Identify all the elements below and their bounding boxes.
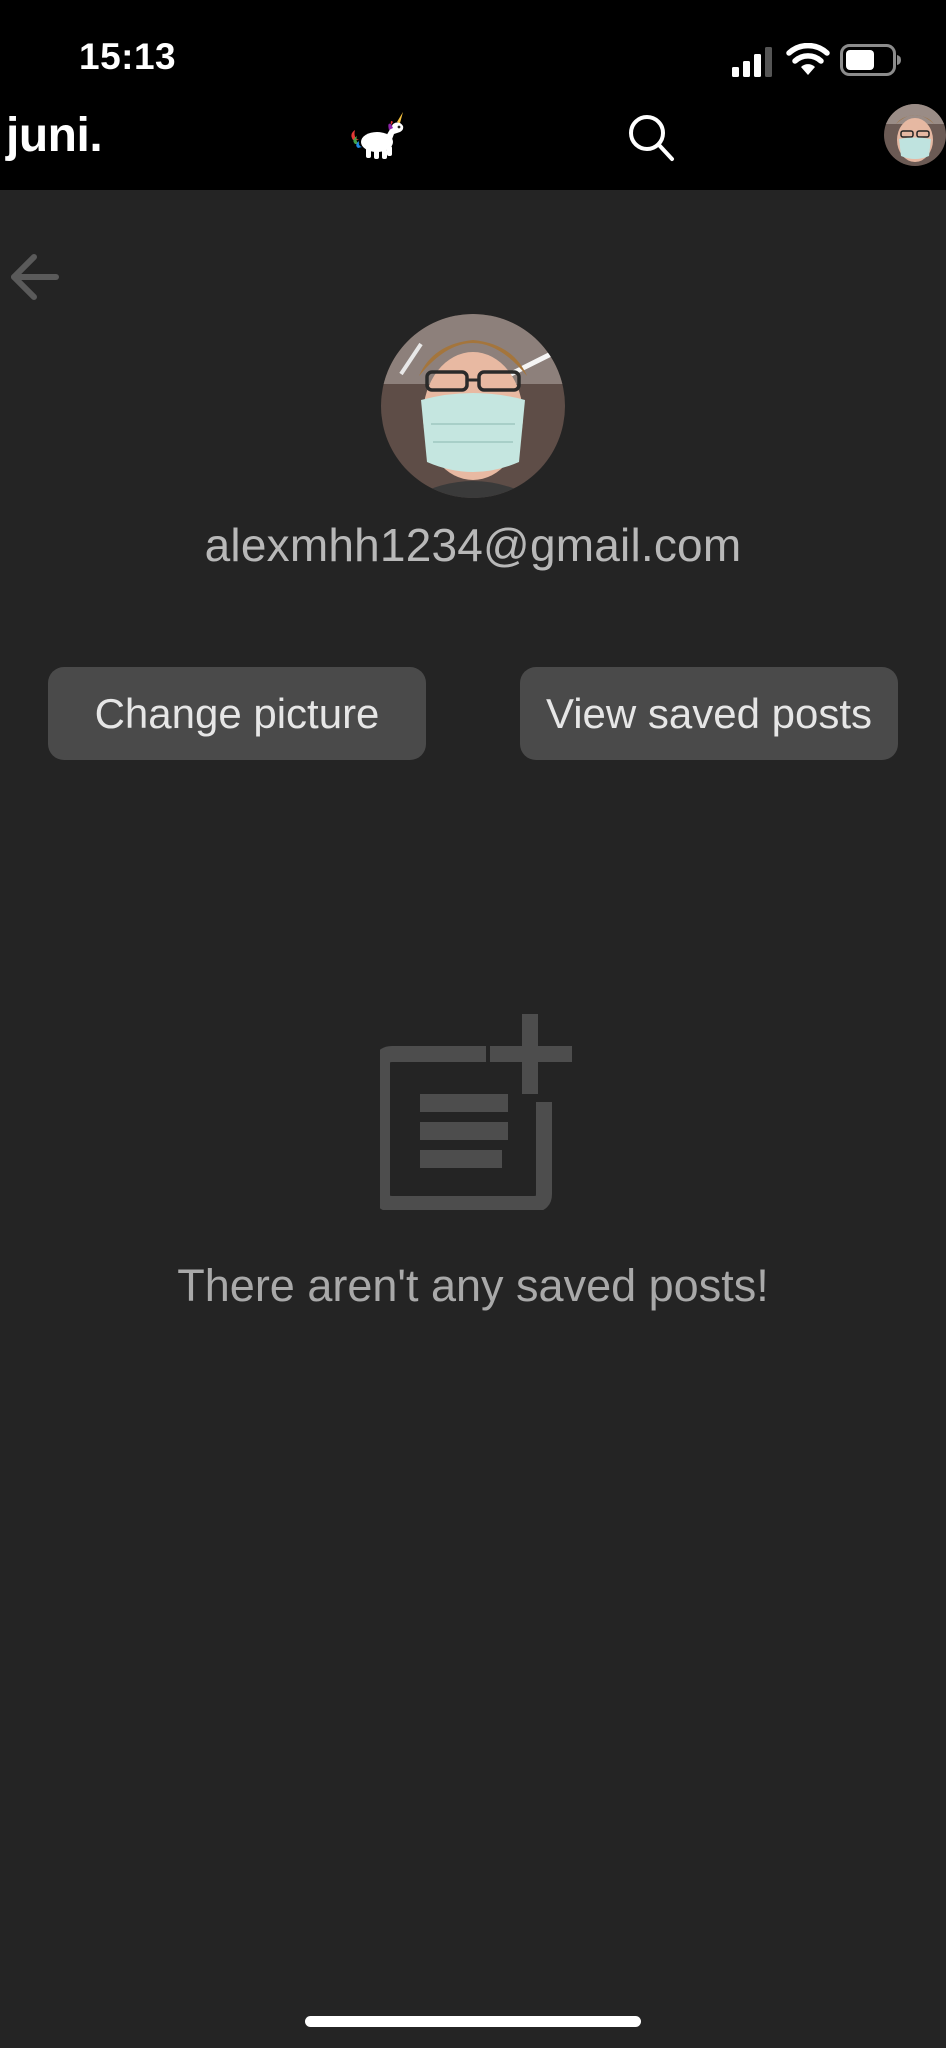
app-header: juni. xyxy=(0,100,946,190)
empty-state-message: There aren't any saved posts! xyxy=(177,1260,769,1311)
profile-avatar xyxy=(381,314,565,498)
signal-icon xyxy=(732,47,772,77)
avatar-image xyxy=(884,104,946,166)
home-indicator[interactable] xyxy=(305,2016,641,2027)
status-time: 15:13 xyxy=(79,36,177,77)
change-picture-button[interactable]: Change picture xyxy=(48,667,426,760)
view-saved-posts-button[interactable]: View saved posts xyxy=(520,667,898,760)
app-logo-text[interactable]: juni. xyxy=(6,108,103,163)
back-arrow-icon[interactable] xyxy=(8,252,60,302)
search-icon[interactable] xyxy=(626,110,676,166)
profile-photo xyxy=(381,314,565,498)
user-email: alexmhh1234@gmail.com xyxy=(204,519,742,571)
battery-icon xyxy=(840,44,901,76)
header-avatar[interactable] xyxy=(884,104,946,166)
wifi-icon xyxy=(786,43,830,75)
status-bar: 15:13 xyxy=(0,0,946,100)
profile-screen: 15:13 juni. alexmhh1234@gmail.com Change… xyxy=(0,0,946,2048)
unicorn-icon[interactable] xyxy=(349,110,409,162)
add-post-icon xyxy=(380,1014,572,1210)
